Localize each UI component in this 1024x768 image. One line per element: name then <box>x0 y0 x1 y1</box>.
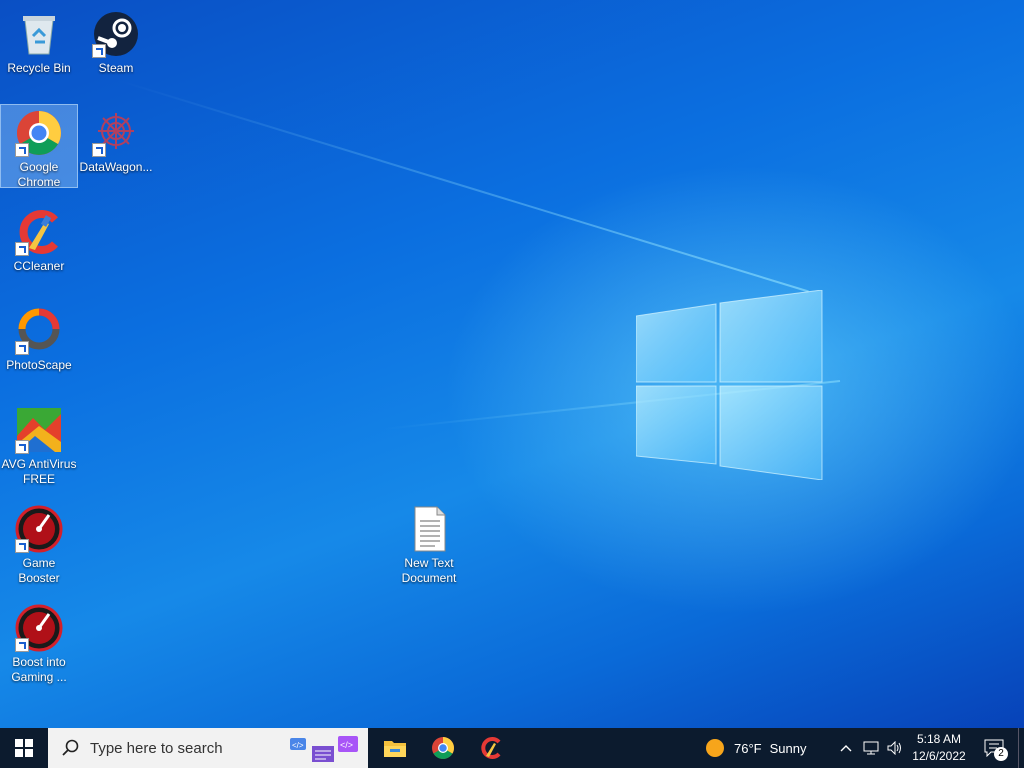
desktop-icon-ccleaner[interactable]: CCleaner <box>1 204 77 274</box>
action-center-button[interactable]: 2 <box>978 728 1010 768</box>
icon-label: AVG AntiVirus FREE <box>1 457 77 486</box>
desktop[interactable]: Recycle Bin Steam Google Chrome DataWago… <box>0 0 1024 728</box>
datawagon-icon <box>92 109 140 157</box>
weather-condition: Sunny <box>769 740 807 756</box>
desktop-icon-google-chrome[interactable]: Google Chrome <box>0 104 78 189</box>
shortcut-arrow-icon <box>15 341 29 355</box>
ccleaner-icon <box>481 737 501 759</box>
ccleaner-icon <box>15 208 63 256</box>
volume-icon <box>887 741 901 755</box>
svg-text:</>: </> <box>340 740 353 750</box>
boost-gaming-icon <box>15 604 63 652</box>
desktop-icon-avg-antivirus[interactable]: AVG AntiVirus FREE <box>1 402 77 487</box>
avg-icon <box>15 406 63 454</box>
text-document-icon <box>405 505 453 553</box>
shortcut-arrow-icon <box>15 143 29 157</box>
start-button[interactable] <box>0 728 48 768</box>
game-booster-icon <box>15 505 63 553</box>
taskbar: Type here to search </> </> 76°F Sunny 5… <box>0 728 1024 768</box>
windows-start-icon <box>15 739 33 757</box>
icon-label: Google Chrome <box>17 160 61 189</box>
desktop-icon-photoscape[interactable]: PhotoScape <box>1 303 77 373</box>
desktop-icon-new-text-document[interactable]: New Text Document <box>391 501 467 586</box>
icon-label: Steam <box>98 61 134 75</box>
show-hidden-icons-button[interactable] <box>836 728 856 768</box>
photoscape-icon <box>15 307 63 355</box>
taskbar-ccleaner[interactable] <box>470 728 512 768</box>
recycle-bin-icon <box>15 10 63 58</box>
windows-logo-wallpaper <box>636 290 823 480</box>
desktop-icon-recycle-bin[interactable]: Recycle Bin <box>1 6 77 76</box>
search-placeholder: Type here to search <box>90 739 223 757</box>
shortcut-arrow-icon <box>15 242 29 256</box>
light-beam <box>119 80 809 293</box>
svg-text:</>: </> <box>292 741 304 750</box>
chevron-up-icon <box>840 745 852 752</box>
volume-button[interactable] <box>884 728 906 768</box>
clock-time: 5:18 AM <box>916 732 962 746</box>
icon-label: CCleaner <box>13 259 65 273</box>
shortcut-arrow-icon <box>92 143 106 157</box>
taskbar-clock[interactable]: 5:18 AM 12/6/2022 <box>906 728 972 768</box>
sunny-weather-icon <box>706 739 724 757</box>
notification-badge: 2 <box>994 747 1008 761</box>
shortcut-arrow-icon <box>92 44 106 58</box>
network-icon <box>863 741 879 755</box>
clock-date: 12/6/2022 <box>912 749 966 763</box>
shortcut-arrow-icon <box>15 539 29 553</box>
desktop-icon-datawagon[interactable]: DataWagon... <box>78 105 154 175</box>
icon-label: New Text Document <box>401 556 457 585</box>
shortcut-arrow-icon <box>15 440 29 454</box>
show-desktop-button[interactable] <box>1018 728 1024 768</box>
steam-icon <box>92 10 140 58</box>
search-highlight-icon: </> </> <box>290 736 358 762</box>
weather-temp: 76°F <box>734 740 762 756</box>
desktop-icon-steam[interactable]: Steam <box>78 6 154 76</box>
desktop-icon-game-booster[interactable]: Game Booster <box>1 501 77 586</box>
taskbar-file-explorer[interactable] <box>374 728 416 768</box>
icon-label: Game Booster <box>18 556 60 585</box>
desktop-icon-boost-into-gaming[interactable]: Boost into Gaming ... <box>1 600 77 685</box>
icon-label: DataWagon... <box>79 160 153 174</box>
shortcut-arrow-icon <box>15 638 29 652</box>
search-icon <box>62 739 79 756</box>
taskbar-search-box[interactable]: Type here to search </> </> <box>48 728 368 768</box>
icon-label: PhotoScape <box>6 358 72 372</box>
chrome-icon <box>15 109 63 157</box>
taskbar-chrome[interactable] <box>422 728 464 768</box>
weather-widget[interactable]: 76°F Sunny <box>706 728 826 768</box>
file-explorer-icon <box>384 741 406 757</box>
network-button[interactable] <box>860 728 882 768</box>
chrome-icon <box>432 737 454 759</box>
icon-label: Recycle Bin <box>7 61 71 75</box>
icon-label: Boost into Gaming ... <box>11 655 67 684</box>
